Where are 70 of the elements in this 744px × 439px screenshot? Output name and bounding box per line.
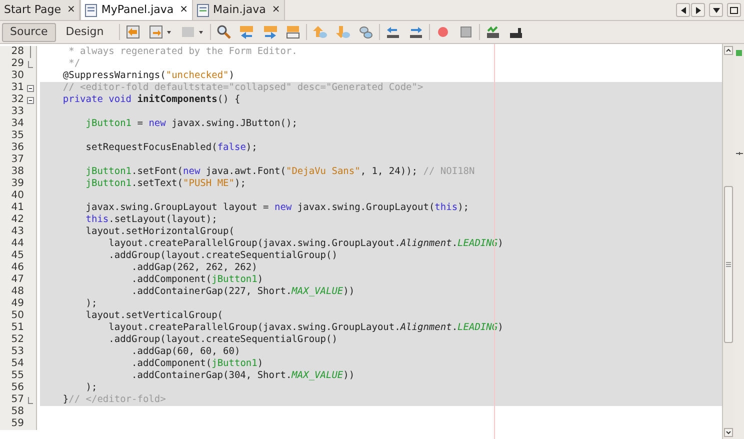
line-number: 47 <box>10 274 24 286</box>
fold-toggle-icon[interactable] <box>26 84 34 92</box>
editor-tab[interactable]: Start Page × <box>0 0 80 20</box>
line-number: 33 <box>10 106 24 118</box>
line-number: 34 <box>10 118 24 130</box>
right-triangle-icon <box>696 6 700 14</box>
maximize-button[interactable] <box>727 3 741 17</box>
line-number: 48 <box>10 286 24 298</box>
line-number: 38 <box>10 166 24 178</box>
line-number: 42 <box>10 214 24 226</box>
line-number: 46 <box>10 262 24 274</box>
scroll-tabs-right-button[interactable] <box>691 3 705 17</box>
down-triangle-icon <box>712 8 720 12</box>
vertical-scrollbar[interactable] <box>722 44 734 439</box>
line-number: 50 <box>10 310 24 322</box>
square-icon <box>730 6 738 14</box>
line-number: 58 <box>10 406 24 418</box>
shift-right-icon[interactable] <box>408 24 424 40</box>
caret-position-icon <box>736 152 742 155</box>
line-number: 55 <box>10 370 24 382</box>
line-number: 52 <box>10 334 24 346</box>
stop-icon[interactable] <box>458 24 474 40</box>
line-number: 39 <box>10 178 24 190</box>
shift-left-icon[interactable] <box>384 24 401 40</box>
tab-list-button[interactable] <box>709 3 723 17</box>
scroll-down-icon[interactable] <box>724 428 733 437</box>
line-number: 44 <box>10 238 24 250</box>
line-number: 57 <box>10 394 24 406</box>
editor-tab[interactable]: MyPanel.java × <box>80 0 194 20</box>
editor-tab[interactable]: Main.java × <box>193 0 286 20</box>
line-number: 29 <box>10 58 24 70</box>
line-number: 53 <box>10 346 24 358</box>
forward-arrow-icon[interactable] <box>148 24 173 40</box>
line-number: 30 <box>10 70 24 82</box>
search-icon[interactable] <box>216 24 232 40</box>
check-icon[interactable] <box>484 24 501 40</box>
line-number: 36 <box>10 142 24 154</box>
tab-label: Main.java <box>213 2 266 18</box>
right-arrow-icon[interactable] <box>262 24 278 40</box>
line-number: 51 <box>10 322 24 334</box>
line-number: 56 <box>10 382 24 394</box>
scroll-tabs-left-button[interactable] <box>676 3 690 17</box>
left-arrow-icon[interactable] <box>238 24 255 40</box>
close-tab-button[interactable]: × <box>67 5 76 15</box>
line-number: 45 <box>10 250 24 262</box>
line-number: 40 <box>10 190 24 202</box>
tab-label: MyPanel.java <box>101 2 174 18</box>
fold-toggle-icon[interactable] <box>26 96 34 104</box>
grip-icon <box>726 262 731 267</box>
line-number: 49 <box>10 298 24 310</box>
highlight-icon[interactable] <box>284 24 301 40</box>
line-number: 59 <box>10 418 24 430</box>
line-number: 31 <box>10 82 24 94</box>
view-toggle[interactable]: Design <box>58 22 112 42</box>
status-ok-icon <box>736 50 742 56</box>
close-tab-button[interactable]: × <box>180 5 188 15</box>
line-number: 32 <box>10 94 24 106</box>
bookmark-icon[interactable] <box>358 24 374 40</box>
scroll-up-icon[interactable] <box>724 46 733 55</box>
line-number: 28 <box>10 46 24 58</box>
tab-label: Start Page <box>4 2 61 18</box>
line-number: 35 <box>10 130 24 142</box>
line-number: 43 <box>10 226 24 238</box>
close-tab-button[interactable]: × <box>272 5 280 15</box>
line-number: 54 <box>10 358 24 370</box>
line-number: 41 <box>10 202 24 214</box>
view-toggle[interactable]: Source <box>2 22 56 42</box>
line-number: 37 <box>10 154 24 166</box>
left-triangle-icon <box>680 6 686 14</box>
scrollbar-thumb[interactable] <box>724 186 733 343</box>
